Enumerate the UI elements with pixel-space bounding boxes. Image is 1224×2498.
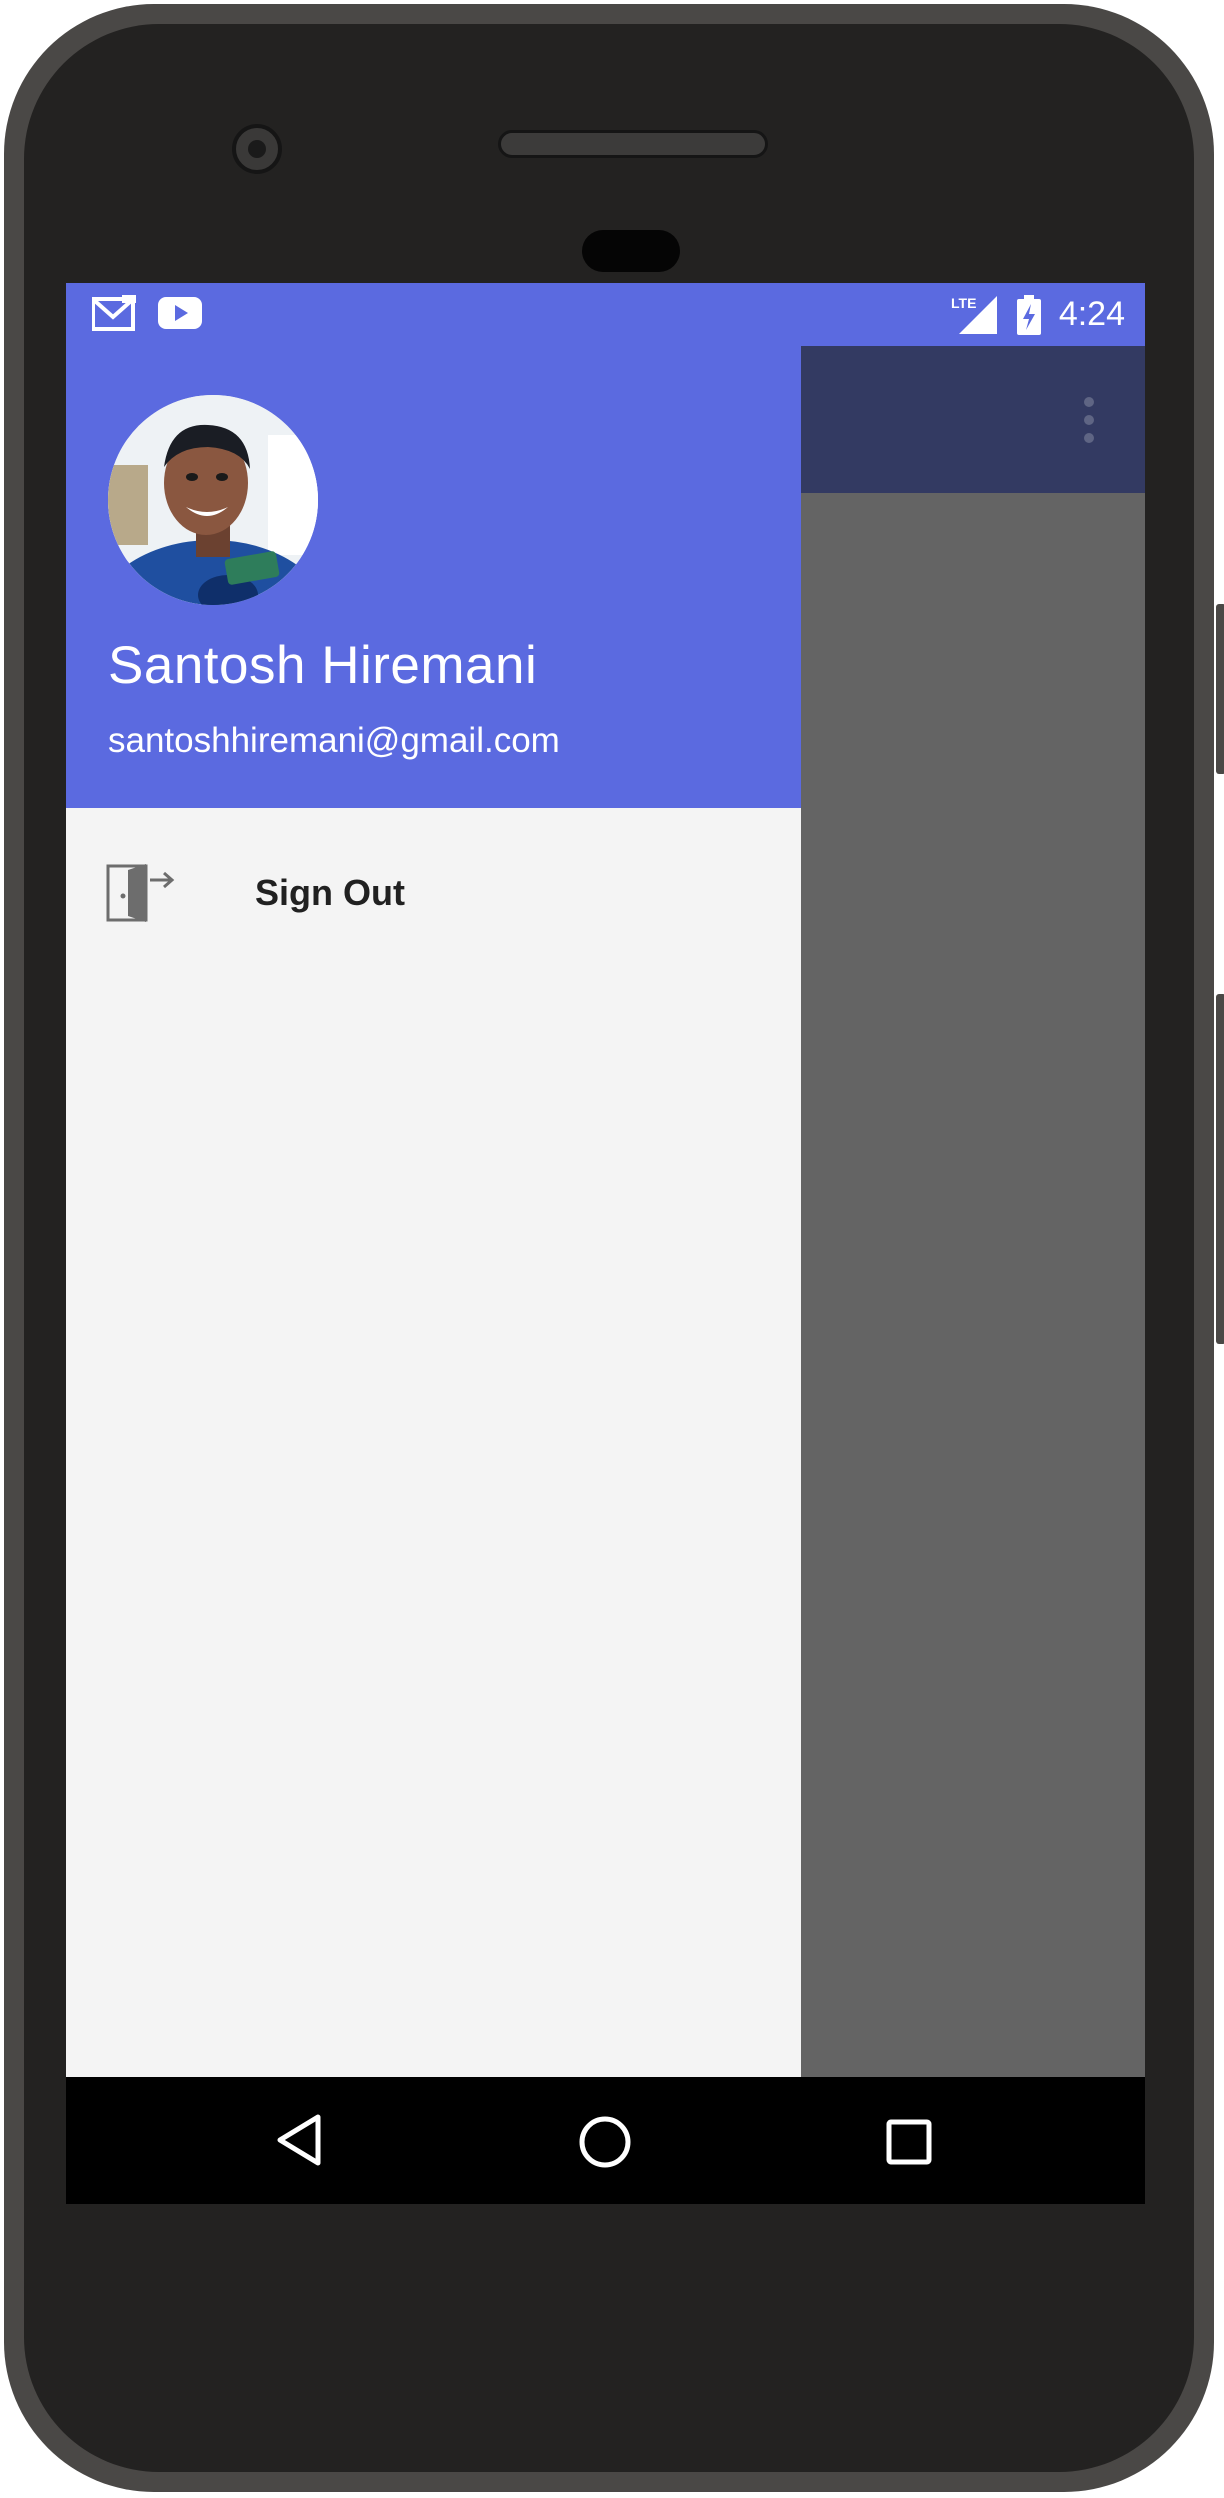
- proximity-sensor: [582, 230, 680, 272]
- front-camera: [232, 124, 282, 174]
- battery-charging-icon: [1016, 294, 1041, 335]
- status-clock: 4:24: [1058, 295, 1125, 333]
- home-icon[interactable]: [578, 2115, 632, 2169]
- recents-icon[interactable]: [886, 2119, 932, 2165]
- network-type-label: LTE: [951, 295, 976, 311]
- sign-out-menu-item[interactable]: Sign Out: [66, 808, 801, 978]
- avatar[interactable]: [108, 395, 318, 605]
- more-vert-icon[interactable]: [1083, 396, 1095, 444]
- status-bar: LTE 4:24: [66, 283, 1145, 346]
- gmail-icon: [92, 295, 136, 331]
- earpiece-speaker: [498, 130, 768, 158]
- system-icons: LTE 4:24: [951, 283, 1125, 346]
- back-icon[interactable]: [276, 2113, 322, 2167]
- youtube-icon: [158, 297, 202, 329]
- sign-out-icon: [106, 864, 175, 922]
- drawer-header: Santosh Hiremani santoshhiremani@gmail.c…: [66, 283, 801, 808]
- app-toolbar: [801, 346, 1145, 493]
- navigation-drawer: Santosh Hiremani santoshhiremani@gmail.c…: [66, 283, 801, 2077]
- system-nav-bar: [66, 2077, 1145, 2204]
- signal-icon: LTE: [951, 295, 997, 334]
- power-button: [1216, 604, 1224, 774]
- user-name: Santosh Hiremani: [108, 636, 538, 695]
- volume-button: [1216, 994, 1224, 1344]
- profile-photo: [108, 395, 318, 605]
- sign-out-label: Sign Out: [255, 872, 405, 913]
- user-email: santoshhiremani@gmail.com: [108, 721, 560, 760]
- notification-icons: [92, 295, 202, 331]
- screen: LTE 4:24 Santosh Hiremani santoshhireman…: [66, 283, 1145, 2204]
